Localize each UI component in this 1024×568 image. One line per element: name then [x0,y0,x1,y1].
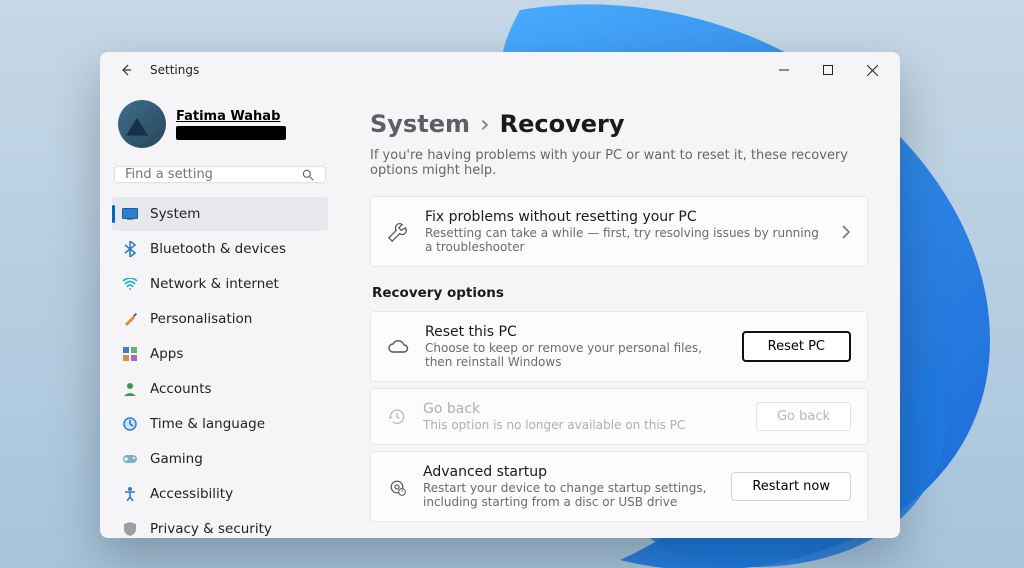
advanced-startup-row: Advanced startup Restart your device to … [370,451,868,522]
system-icon [122,206,138,222]
sidebar: Fatima Wahab System Bluetooth & devices [100,88,340,538]
wifi-icon [122,276,138,292]
nav-label: Accessibility [150,486,233,502]
nav-label: Network & internet [150,276,279,292]
reset-title: Reset this PC [425,324,726,340]
profile-name: Fatima Wahab [176,109,286,124]
titlebar: Settings [100,52,900,88]
go-back-row: Go back This option is no longer availab… [370,388,868,445]
goback-sub: This option is no longer available on th… [423,418,740,432]
gear-power-icon [387,477,407,497]
minimize-button[interactable] [762,55,806,85]
nav-list: System Bluetooth & devices Network & int… [112,197,328,538]
accessibility-icon [122,486,138,502]
nav-accessibility[interactable]: Accessibility [112,477,328,511]
bluetooth-icon [122,241,138,257]
troubleshoot-sub: Resetting can take a while — first, try … [425,226,825,254]
nav-label: Personalisation [150,311,252,327]
nav-label: Accounts [150,381,212,397]
brush-icon [122,311,138,327]
nav-time-language[interactable]: Time & language [112,407,328,441]
close-icon [867,65,878,76]
nav-personalisation[interactable]: Personalisation [112,302,328,336]
advanced-title: Advanced startup [423,464,715,480]
go-back-button: Go back [756,402,851,431]
person-icon [122,381,138,397]
nav-privacy[interactable]: Privacy & security [112,512,328,538]
cloud-reset-icon [387,338,409,356]
maximize-icon [823,65,833,75]
nav-label: Time & language [150,416,265,432]
search-box[interactable] [114,166,326,183]
wrench-icon [387,221,409,243]
nav-accounts[interactable]: Accounts [112,372,328,406]
nav-apps[interactable]: Apps [112,337,328,371]
nav-label: Bluetooth & devices [150,241,286,257]
goback-title: Go back [423,401,740,417]
troubleshoot-card[interactable]: Fix problems without resetting your PC R… [370,196,868,267]
history-icon [387,407,407,427]
shield-icon [122,521,138,537]
profile-block[interactable]: Fatima Wahab [112,88,328,156]
reset-pc-button[interactable]: Reset PC [742,331,851,362]
profile-email-redacted [176,126,286,140]
breadcrumb: System › Recovery [370,110,868,138]
close-button[interactable] [850,55,894,85]
reset-pc-row: Reset this PC Choose to keep or remove y… [370,311,868,382]
nav-gaming[interactable]: Gaming [112,442,328,476]
nav-system[interactable]: System [112,197,328,231]
page-title: Recovery [500,110,625,138]
minimize-icon [779,65,789,75]
chevron-right-icon: › [480,110,490,138]
nav-network[interactable]: Network & internet [112,267,328,301]
nav-label: Privacy & security [150,521,272,537]
globe-clock-icon [122,416,138,432]
gamepad-icon [122,451,138,467]
settings-window: Settings Fatima Wahab System [100,52,900,538]
chevron-right-icon [841,225,851,239]
main-content: System › Recovery If you're having probl… [340,88,900,538]
breadcrumb-parent[interactable]: System [370,110,470,138]
section-label: Recovery options [372,285,868,301]
apps-icon [122,346,138,362]
nav-label: System [150,206,200,222]
maximize-button[interactable] [806,55,850,85]
search-icon [301,168,315,182]
reset-sub: Choose to keep or remove your personal f… [425,341,726,369]
back-button[interactable] [114,58,138,82]
arrow-left-icon [119,63,133,77]
nav-bluetooth[interactable]: Bluetooth & devices [112,232,328,266]
nav-label: Gaming [150,451,203,467]
intro-text: If you're having problems with your PC o… [370,148,868,178]
advanced-sub: Restart your device to change startup se… [423,481,715,509]
restart-now-button[interactable]: Restart now [731,472,851,501]
nav-label: Apps [150,346,183,362]
search-input[interactable] [125,167,301,182]
troubleshoot-title: Fix problems without resetting your PC [425,209,825,225]
avatar [118,100,166,148]
window-title: Settings [150,63,199,77]
